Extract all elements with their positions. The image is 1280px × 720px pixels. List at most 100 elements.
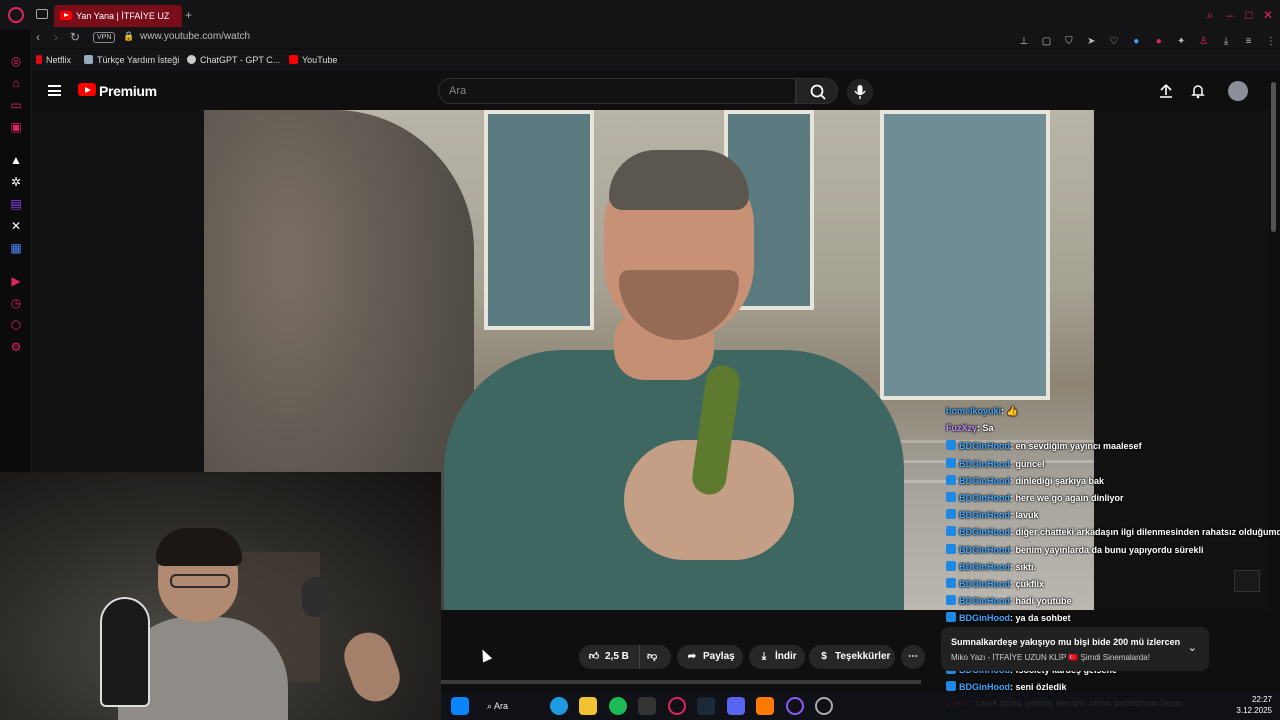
chat-message: BDGinHood: en sevdiğim yayıncı maalesef (946, 440, 1142, 457)
chat-username: BDGinHood (959, 561, 1010, 572)
chatgpt-icon[interactable]: ✲ (8, 174, 24, 190)
notification-title: Sumnalkardeşe yakışıyo mu bişi bide 200 … (951, 637, 1181, 647)
more-actions-button[interactable]: ⋯ (901, 645, 925, 669)
tab-title: Yan Yana | İTFAİYE UZ (76, 11, 170, 21)
taskbar-search[interactable]: ⌕ Ara (487, 697, 527, 715)
chat-text: : seni özledik (1010, 682, 1067, 693)
aria-icon[interactable]: ◎ (8, 53, 24, 69)
chat-badge-icon (946, 543, 956, 554)
tab-active[interactable]: Yan Yana | İTFAİYE UZ (54, 5, 182, 27)
reload-icon[interactable]: ↻ (70, 30, 80, 44)
settings-icon[interactable]: ⚙ (8, 339, 24, 355)
thanks-button[interactable]: $ Teşekkürler (809, 645, 895, 669)
snapshot-icon[interactable]: ▢ (1037, 36, 1055, 47)
messenger-icon[interactable]: ▭ (8, 97, 24, 113)
chat-username: BDGinHood (959, 527, 1010, 538)
minimize-icon[interactable]: – (1223, 8, 1237, 22)
chat-username: FuzXzy (946, 423, 978, 434)
bookmark-turkce[interactable]: Türkçe Yardım İsteği (84, 55, 179, 65)
maximize-icon[interactable]: □ (1242, 8, 1256, 22)
chat-text: : here we go again dinliyor (1010, 493, 1124, 503)
translate-icon[interactable]: ▦ (8, 240, 24, 256)
bookmark-youtube[interactable]: YouTube (289, 55, 337, 65)
youtube-favicon-icon (60, 11, 72, 20)
bookmark-chatgpt[interactable]: ChatGPT - GPT C... (187, 55, 280, 65)
app-a-icon[interactable]: ▲ (8, 152, 24, 168)
history-icon[interactable]: ◷ (8, 295, 24, 311)
search-tabs-icon[interactable]: ⌕ (1203, 8, 1217, 22)
app-orange-icon[interactable] (756, 697, 774, 715)
forward-icon[interactable]: › (54, 30, 58, 44)
pin-icon[interactable]: ⊥ (1015, 36, 1033, 47)
app-purple-icon[interactable] (786, 697, 804, 715)
steam-icon[interactable] (697, 697, 715, 715)
chat-username: BDGinHood (959, 475, 1010, 486)
search-button[interactable] (796, 78, 838, 104)
spotify-icon[interactable] (609, 697, 627, 715)
back-icon[interactable]: ‹ (36, 30, 40, 44)
chat-text: : diğer chatteki arkadaşın ilgi dilenmes… (1010, 527, 1280, 538)
notifications-icon[interactable] (1190, 83, 1206, 99)
heart-icon[interactable]: ♡ (1105, 36, 1123, 47)
file-explorer-icon[interactable] (579, 697, 597, 715)
chevron-down-icon[interactable]: ⌄ (1188, 641, 1197, 654)
more-vert-icon[interactable]: ⋮ (1262, 36, 1280, 47)
new-tab-button[interactable]: + (185, 8, 192, 22)
app-gray-icon[interactable] (815, 697, 833, 715)
chat-text: : hadi youtube (1010, 596, 1072, 607)
tab-manager-icon[interactable] (36, 9, 48, 19)
voice-search-button[interactable] (847, 79, 873, 105)
url-field[interactable]: www.youtube.com/watch (140, 31, 250, 42)
thumbs-down-icon[interactable]: 👎︎ (647, 645, 657, 669)
workspace-icon[interactable]: ⌂ (8, 75, 24, 91)
extension-red-icon[interactable]: ● (1150, 36, 1168, 47)
extension-blue-icon[interactable]: ● (1127, 36, 1145, 47)
epic-games-icon[interactable] (638, 697, 656, 715)
windows-start-icon[interactable] (451, 697, 469, 715)
download-button[interactable]: ⤓ İndir (749, 645, 805, 669)
vpn-badge[interactable]: VPN (93, 32, 116, 43)
system-tray-clock[interactable]: 22:27 3.12.2025 (1236, 694, 1272, 716)
opera-taskbar-icon[interactable] (668, 697, 686, 715)
youtube-logo-icon[interactable] (78, 83, 96, 96)
discord-icon[interactable] (727, 697, 745, 715)
chat-badge-icon (946, 560, 956, 571)
scroll-thumb[interactable] (1271, 82, 1276, 232)
easy-setup-icon[interactable]: ≡ (1240, 36, 1258, 47)
toolbar-icons: ⊥ ▢ ⛉ ➤ ♡ ● ● ✦ ♙ ⤓ ≡ ⋮ (1015, 31, 1280, 47)
avatar[interactable] (1228, 81, 1248, 101)
chat-username: BDGinHood (959, 544, 1010, 555)
lock-icon[interactable]: 🔒 (123, 31, 134, 42)
shield-icon[interactable]: ⛉ (1060, 36, 1078, 47)
menu-icon[interactable] (48, 85, 61, 96)
chat-badge-icon (946, 612, 956, 623)
x-icon[interactable]: ✕ (8, 218, 24, 234)
progress-bar[interactable] (441, 680, 921, 684)
opera-menu-icon[interactable] (8, 7, 24, 23)
puzzle-icon[interactable]: ✦ (1172, 36, 1190, 47)
upload-icon[interactable] (1158, 83, 1174, 99)
video-actions: 👍︎ 2,5 B 👎︎ ➦ Paylaş ⤓ İndir $ Teşekkürler ⋯ (441, 640, 941, 672)
edge-icon[interactable] (550, 697, 568, 715)
search-input[interactable]: Ara (438, 78, 796, 104)
chat-message: BDGinHood: hadi youtube (946, 595, 1072, 612)
player-icon[interactable]: ▶ (8, 273, 24, 289)
download-icon[interactable]: ⤓ (1217, 36, 1235, 47)
glasses (170, 574, 230, 588)
notification-card[interactable]: Sumnalkardeşe yakışıyo mu bişi bide 200 … (941, 627, 1209, 671)
profile-icon[interactable]: ♙ (1195, 36, 1213, 47)
close-icon[interactable]: ✕ (1261, 8, 1275, 22)
thumbs-up-icon: 👍︎ (588, 651, 600, 662)
news-icon[interactable]: ▣ (8, 119, 24, 135)
twitch-icon[interactable]: ▤ (8, 196, 24, 212)
bookmark-netflix[interactable]: Netflix (36, 55, 71, 65)
youtube-brand[interactable]: Premium (99, 83, 157, 99)
chat-message: BDGinHood: here we go again dinliyor (946, 492, 1124, 509)
like-button[interactable]: 👍︎ 2,5 B 👎︎ (579, 645, 671, 669)
extensions-icon[interactable]: ⬡ (8, 317, 24, 333)
chat-text: : lavuk (1010, 510, 1039, 521)
send-icon[interactable]: ➤ (1082, 36, 1100, 47)
chat-message: FuzXzy: Sa (946, 423, 994, 440)
share-button[interactable]: ➦ Paylaş (677, 645, 743, 669)
chat-text: : sıktı. (1010, 561, 1037, 572)
